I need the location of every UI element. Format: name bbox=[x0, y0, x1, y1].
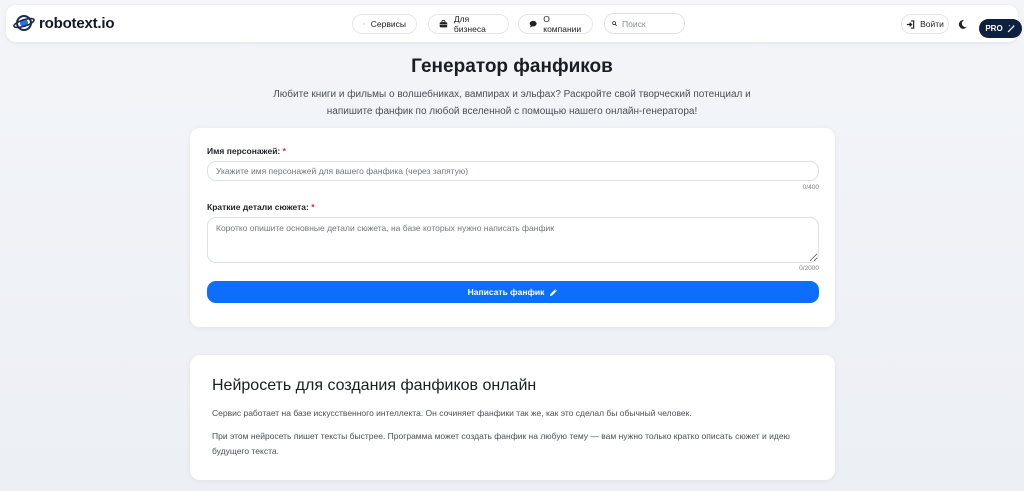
search-icon bbox=[612, 21, 617, 26]
info-section: Нейросеть для создания фанфиков онлайн С… bbox=[190, 355, 835, 480]
moon-icon[interactable] bbox=[957, 19, 968, 30]
top-navbar: robotext.io Сервисы Для бизнеса О компан… bbox=[6, 5, 1022, 42]
nav-business-label: Для бизнеса bbox=[453, 14, 486, 34]
pencil-icon bbox=[550, 288, 558, 296]
search-box[interactable] bbox=[604, 13, 685, 34]
info-paragraph-line: будущего текста. bbox=[212, 445, 279, 456]
magic-wand-icon bbox=[1007, 24, 1015, 33]
submit-label: Написать фанфик bbox=[467, 287, 545, 297]
info-paragraph-line: При этом нейросеть пишет тексты быстрее.… bbox=[212, 431, 790, 441]
magic-wand-icon bbox=[363, 23, 365, 25]
nav-services[interactable]: Сервисы bbox=[352, 14, 417, 34]
logo[interactable]: robotext.io bbox=[13, 13, 115, 33]
nav-business[interactable]: Для бизнеса bbox=[428, 14, 509, 34]
login-button[interactable]: Войти bbox=[901, 14, 949, 34]
required-mark: * bbox=[311, 202, 315, 212]
logo-text: robotext.io bbox=[39, 14, 115, 32]
pro-button[interactable]: PRO bbox=[979, 19, 1022, 38]
chat-bubble-icon bbox=[529, 20, 537, 28]
subtitle-line: напишите фанфик по любой вселенной с пом… bbox=[326, 106, 698, 117]
characters-counter: 0/400 bbox=[802, 184, 819, 191]
page-title: Генератор фанфиков bbox=[411, 56, 613, 77]
required-mark: * bbox=[282, 146, 286, 156]
nav-about[interactable]: О компании bbox=[518, 14, 593, 34]
page-subtitle: Любите книги и фильмы о волшебниках, вам… bbox=[262, 86, 762, 120]
search-input[interactable] bbox=[622, 18, 677, 29]
plot-textarea[interactable] bbox=[207, 217, 819, 263]
subtitle-line: Любите книги и фильмы о волшебниках, вам… bbox=[273, 89, 751, 100]
write-fanfic-button[interactable]: Написать фанфик bbox=[207, 281, 819, 303]
info-paragraph: При этом нейросеть пишет тексты быстрее.… bbox=[212, 429, 812, 458]
nav-services-label: Сервисы bbox=[370, 19, 406, 29]
characters-label-text: Имя персонажей: bbox=[207, 146, 281, 156]
pro-label: PRO bbox=[985, 24, 1003, 33]
characters-input[interactable] bbox=[207, 161, 819, 181]
plot-label-text: Краткие детали сюжета: bbox=[207, 202, 309, 212]
sign-in-icon bbox=[906, 19, 915, 29]
info-title: Нейросеть для создания фанфиков онлайн bbox=[212, 377, 537, 394]
plot-counter: 0/2000 bbox=[799, 265, 819, 272]
planet-logo-icon bbox=[13, 15, 35, 31]
generator-form: Имя персонажей: * 0/400 Краткие детали с… bbox=[190, 128, 835, 327]
login-label: Войти bbox=[920, 19, 944, 29]
briefcase-icon bbox=[439, 20, 448, 28]
info-paragraph: Сервис работает на базе искусственного и… bbox=[212, 408, 692, 418]
nav-about-label: О компании bbox=[543, 14, 582, 34]
characters-label: Имя персонажей: * bbox=[207, 146, 286, 156]
plot-label: Краткие детали сюжета: * bbox=[207, 202, 315, 212]
